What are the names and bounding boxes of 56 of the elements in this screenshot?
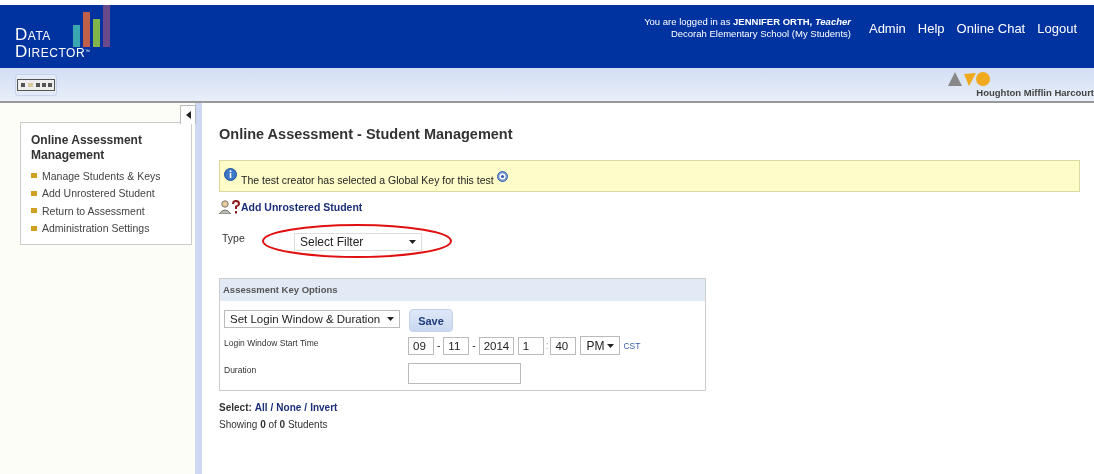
school-name: Decorah Elementary School (My Students): [670, 28, 851, 40]
showing-count: Showing 0 of 0 Students: [219, 419, 329, 430]
hour-field[interactable]: 1: [517, 336, 544, 355]
nav-link[interactable]: Admin: [868, 21, 906, 36]
page-title: Online Assessment - Student Management: [219, 126, 514, 144]
field-label: Login Window Start Time: [224, 338, 320, 348]
person-question-icon: [219, 199, 241, 214]
left-triangle-icon: [185, 111, 191, 119]
year-field[interactable]: 2014: [478, 336, 514, 355]
separator: /: [304, 402, 308, 413]
select-link[interactable]: Invert: [310, 402, 338, 413]
type-label: Type: [222, 232, 246, 244]
month-field[interactable]: 09: [408, 336, 434, 355]
help-icon[interactable]: [496, 171, 508, 182]
brand-name: Houghton Mifflin Harcourt: [976, 86, 1094, 98]
nav-link[interactable]: Online Chat: [956, 21, 1026, 36]
select-link[interactable]: All: [254, 402, 268, 413]
separator: -: [472, 340, 476, 351]
collapse-button[interactable]: [180, 105, 196, 124]
sidebar-title: Online Assessment Management: [31, 133, 143, 163]
timezone-label: CST: [623, 340, 641, 351]
ampm-dropdown[interactable]: PM: [580, 336, 621, 355]
logged-in-text: You are logged in as JENNIFER ORTH, Teacher: [644, 16, 851, 28]
info-icon: [224, 168, 237, 181]
panel-header: Assessment Key Options: [220, 279, 705, 301]
app-switcher-button[interactable]: [15, 73, 57, 96]
dropdown-caret-icon: [607, 343, 615, 348]
nav-link[interactable]: Help: [917, 21, 945, 36]
separator: /: [270, 402, 274, 413]
sidebar-link[interactable]: Return to Assessment: [42, 204, 145, 217]
add-student-link[interactable]: Add Unrostered Student: [241, 200, 363, 213]
separator: :: [545, 340, 549, 351]
bullet-icon: [31, 208, 37, 214]
field-label: Duration: [224, 365, 258, 375]
minute-field[interactable]: 40: [550, 336, 577, 355]
sidebar-link[interactable]: Manage Students & Keys: [42, 169, 161, 182]
day-field[interactable]: 11: [443, 336, 470, 355]
grid-icon: [17, 78, 55, 91]
data-director-logo[interactable]: Data Director$^{™}$: [15, 5, 113, 60]
nav-link[interactable]: Logout: [1037, 21, 1077, 36]
duration-field[interactable]: [408, 363, 521, 384]
sidebar-link[interactable]: Administration Settings: [42, 222, 150, 235]
select-link[interactable]: None: [276, 402, 302, 413]
bullet-icon: [31, 173, 37, 179]
separator: -: [437, 340, 441, 351]
filter-dropdown[interactable]: Select Filter: [294, 233, 422, 251]
sidebar-link[interactable]: Add Unrostered Student: [42, 187, 155, 200]
action-dropdown[interactable]: Set Login Window & Duration: [224, 309, 400, 328]
bullet-icon: [31, 190, 37, 196]
notice-text: The test creator has selected a Global Key for this test: [241, 174, 494, 186]
save-button[interactable]: Save: [409, 309, 453, 332]
dropdown-caret-icon: [387, 316, 394, 321]
bullet-icon: [31, 225, 37, 231]
select-label: Select:: [219, 402, 252, 413]
hmh-logo-icon: [948, 71, 991, 86]
dropdown-caret-icon: [409, 240, 416, 244]
